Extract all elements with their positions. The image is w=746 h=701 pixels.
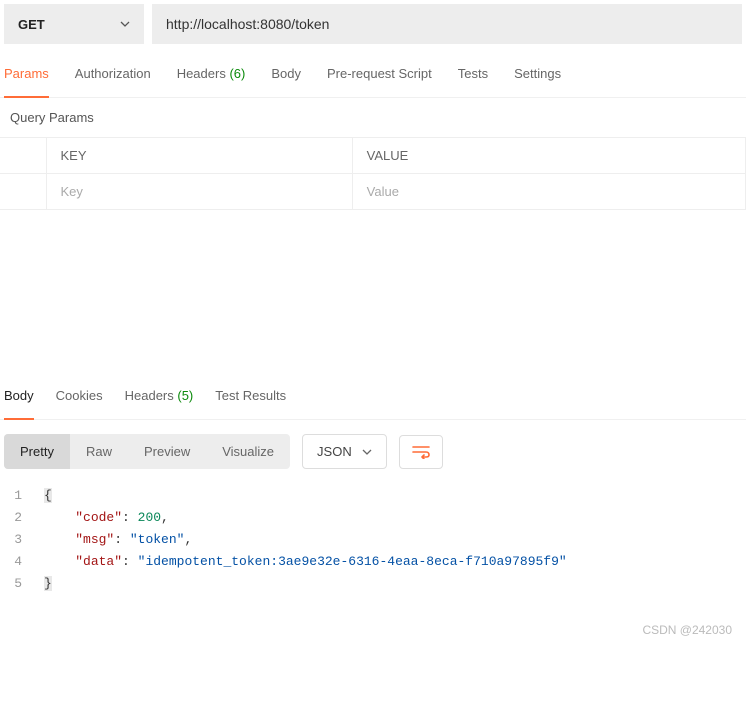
line-number: 1 (0, 485, 44, 507)
chevron-down-icon (362, 447, 372, 457)
tab-headers-label: Headers (177, 66, 226, 81)
code-token: } (44, 576, 52, 591)
code-token: "idempotent_token:3ae9e32e-6316-4eaa-8ec… (138, 554, 567, 569)
key-input[interactable]: Key (46, 174, 352, 210)
view-mode-group: Pretty Raw Preview Visualize (4, 434, 290, 469)
resp-tab-cookies[interactable]: Cookies (56, 388, 103, 413)
language-label: JSON (317, 444, 352, 459)
code-token: "code" (75, 510, 122, 525)
view-preview-button[interactable]: Preview (128, 434, 206, 469)
tab-settings[interactable]: Settings (514, 66, 561, 91)
chevron-down-icon (120, 19, 130, 29)
url-input[interactable] (152, 4, 742, 44)
row-handle[interactable] (0, 174, 46, 210)
watermark: CSDN @242030 (0, 599, 746, 647)
code-token: , (184, 532, 192, 547)
value-input[interactable]: Value (352, 174, 745, 210)
code-token: "msg" (75, 532, 114, 547)
wrap-icon (412, 445, 430, 459)
line-number: 3 (0, 529, 44, 551)
language-select[interactable]: JSON (302, 434, 387, 469)
code-token: "token" (130, 532, 185, 547)
resp-tab-headers-label: Headers (125, 388, 174, 403)
code-token: : (122, 554, 138, 569)
query-params-table: KEY VALUE Key Value (0, 137, 746, 210)
tab-authorization[interactable]: Authorization (75, 66, 151, 91)
resp-tab-test-results[interactable]: Test Results (215, 388, 286, 413)
tab-params[interactable]: Params (4, 66, 49, 98)
line-number: 5 (0, 573, 44, 595)
view-visualize-button[interactable]: Visualize (206, 434, 290, 469)
tab-body[interactable]: Body (271, 66, 301, 91)
code-line: 4 "data": "idempotent_token:3ae9e32e-631… (0, 551, 746, 573)
line-number: 2 (0, 507, 44, 529)
table-row: Key Value (0, 174, 746, 210)
code-token: : (122, 510, 138, 525)
code-line: 3 "msg": "token", (0, 529, 746, 551)
query-params-title: Query Params (0, 98, 746, 137)
tab-headers[interactable]: Headers (6) (177, 66, 246, 91)
request-tabs: Params Authorization Headers (6) Body Pr… (0, 48, 746, 98)
code-line: 1 { (0, 485, 746, 507)
http-method-select[interactable]: GET (4, 4, 144, 44)
code-token: 200 (138, 510, 161, 525)
view-pretty-button[interactable]: Pretty (4, 434, 70, 469)
tab-prerequest[interactable]: Pre-request Script (327, 66, 432, 91)
code-token: "data" (75, 554, 122, 569)
resp-tab-headers-count: (5) (177, 388, 193, 403)
value-column-header: VALUE (352, 138, 745, 174)
response-body[interactable]: 1 { 2 "code": 200, 3 "msg": "token", 4 "… (0, 483, 746, 599)
wrap-lines-button[interactable] (399, 435, 443, 469)
code-line: 5 } (0, 573, 746, 595)
resp-tab-body[interactable]: Body (4, 388, 34, 420)
tab-headers-count: (6) (229, 66, 245, 81)
view-raw-button[interactable]: Raw (70, 434, 128, 469)
code-line: 2 "code": 200, (0, 507, 746, 529)
tab-tests[interactable]: Tests (458, 66, 488, 91)
checkbox-column-header (0, 138, 46, 174)
line-number: 4 (0, 551, 44, 573)
code-token: , (161, 510, 169, 525)
key-column-header: KEY (46, 138, 352, 174)
http-method-label: GET (18, 17, 45, 32)
code-token: : (114, 532, 130, 547)
code-token: { (44, 488, 52, 503)
response-tabs: Body Cookies Headers (5) Test Results (0, 380, 746, 420)
response-toolbar: Pretty Raw Preview Visualize JSON (0, 420, 746, 483)
resp-tab-headers[interactable]: Headers (5) (125, 388, 194, 413)
